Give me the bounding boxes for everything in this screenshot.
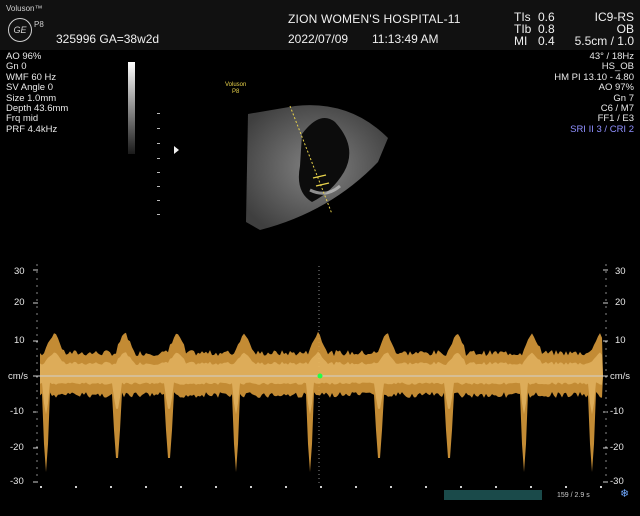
- y-label-left: 10: [14, 335, 25, 346]
- y-label-left: 30: [14, 266, 25, 277]
- time-tick: [285, 486, 287, 488]
- left-parameter-list: AO 96% Gn 0 WMF 60 Hz SV Angle 0 Size 1.…: [6, 51, 68, 135]
- cine-progress-bar[interactable]: [444, 490, 542, 500]
- time-tick: [495, 486, 497, 488]
- time-tick: [215, 486, 217, 488]
- y-label-right: -20: [610, 442, 624, 453]
- depth-tick: [157, 186, 160, 187]
- doppler-spectrum: [33, 264, 608, 488]
- param-line-highlight: SRI II 3 / CRI 2: [570, 123, 634, 135]
- depth-tick: [157, 172, 160, 173]
- y-label-right: 30: [615, 266, 626, 277]
- cine-frame-count: 159 / 2.9 s: [557, 492, 590, 499]
- y-label-right: -30: [610, 476, 624, 487]
- time-tick: [145, 486, 147, 488]
- time-tick: [250, 486, 252, 488]
- y-unit-right: cm/s: [610, 371, 631, 382]
- brand-label: Voluson™: [6, 4, 43, 13]
- depth-tick: [157, 113, 160, 114]
- depth-tick: [157, 214, 160, 215]
- time-tick: [460, 486, 462, 488]
- baseline-marker[interactable]: [317, 373, 323, 379]
- time-tick: [320, 486, 322, 488]
- time-tick: [355, 486, 357, 488]
- time-tick: [425, 486, 427, 488]
- index-value: 0.4: [538, 34, 555, 48]
- patient-info: 325996 GA=38w2d: [56, 32, 160, 46]
- time-tick: [40, 486, 42, 488]
- time-tick: [390, 486, 392, 488]
- doppler-label-line: Voluson: [225, 82, 247, 88]
- param-line: PRF 4.4kHz: [6, 123, 58, 135]
- index-mi: MI 0.4: [514, 34, 555, 48]
- depth-tick: [157, 158, 160, 159]
- exam-time: 11:13:49 AM: [372, 32, 439, 46]
- focus-marker-icon: [174, 146, 179, 154]
- y-label-left: -10: [10, 406, 24, 417]
- depth-tick: [157, 143, 160, 144]
- ge-icon: GE: [8, 18, 32, 42]
- y-label-left: -30: [10, 476, 24, 487]
- y-label-right: -10: [610, 406, 624, 417]
- time-tick: [600, 486, 602, 488]
- y-label-right: 10: [615, 335, 626, 346]
- y-label-right: 20: [615, 297, 626, 308]
- x-axis-ticks: [40, 486, 602, 488]
- time-tick: [110, 486, 112, 488]
- grayscale-bar: [128, 62, 135, 154]
- depth-tick: [157, 200, 160, 201]
- time-tick: [75, 486, 77, 488]
- time-tick: [180, 486, 182, 488]
- b-mode-image: [246, 105, 388, 230]
- exam-date: 2022/07/09: [288, 32, 349, 46]
- y-axis-ticks-right: [603, 264, 608, 483]
- probe-label: P8: [34, 20, 44, 29]
- time-tick: [530, 486, 532, 488]
- y-unit-left: cm/s: [8, 371, 29, 382]
- ge-logo: Voluson™ GE P8: [6, 4, 46, 44]
- time-tick: [565, 486, 567, 488]
- y-label-left: 20: [14, 297, 25, 308]
- y-label-left: -20: [10, 442, 24, 453]
- right-parameter-list: 43° / 18Hz HS_OB HM PI 13.10 - 4.80 AO 9…: [554, 51, 634, 135]
- depth-setting: 5.5cm / 1.0: [574, 34, 634, 48]
- snowflake-icon: ❄: [620, 488, 630, 500]
- y-axis-ticks-left: [33, 264, 38, 483]
- hospital-name: ZION WOMEN'S HOSPITAL-11: [288, 12, 461, 26]
- index-label: MI: [514, 34, 528, 48]
- depth-tick: [157, 128, 160, 129]
